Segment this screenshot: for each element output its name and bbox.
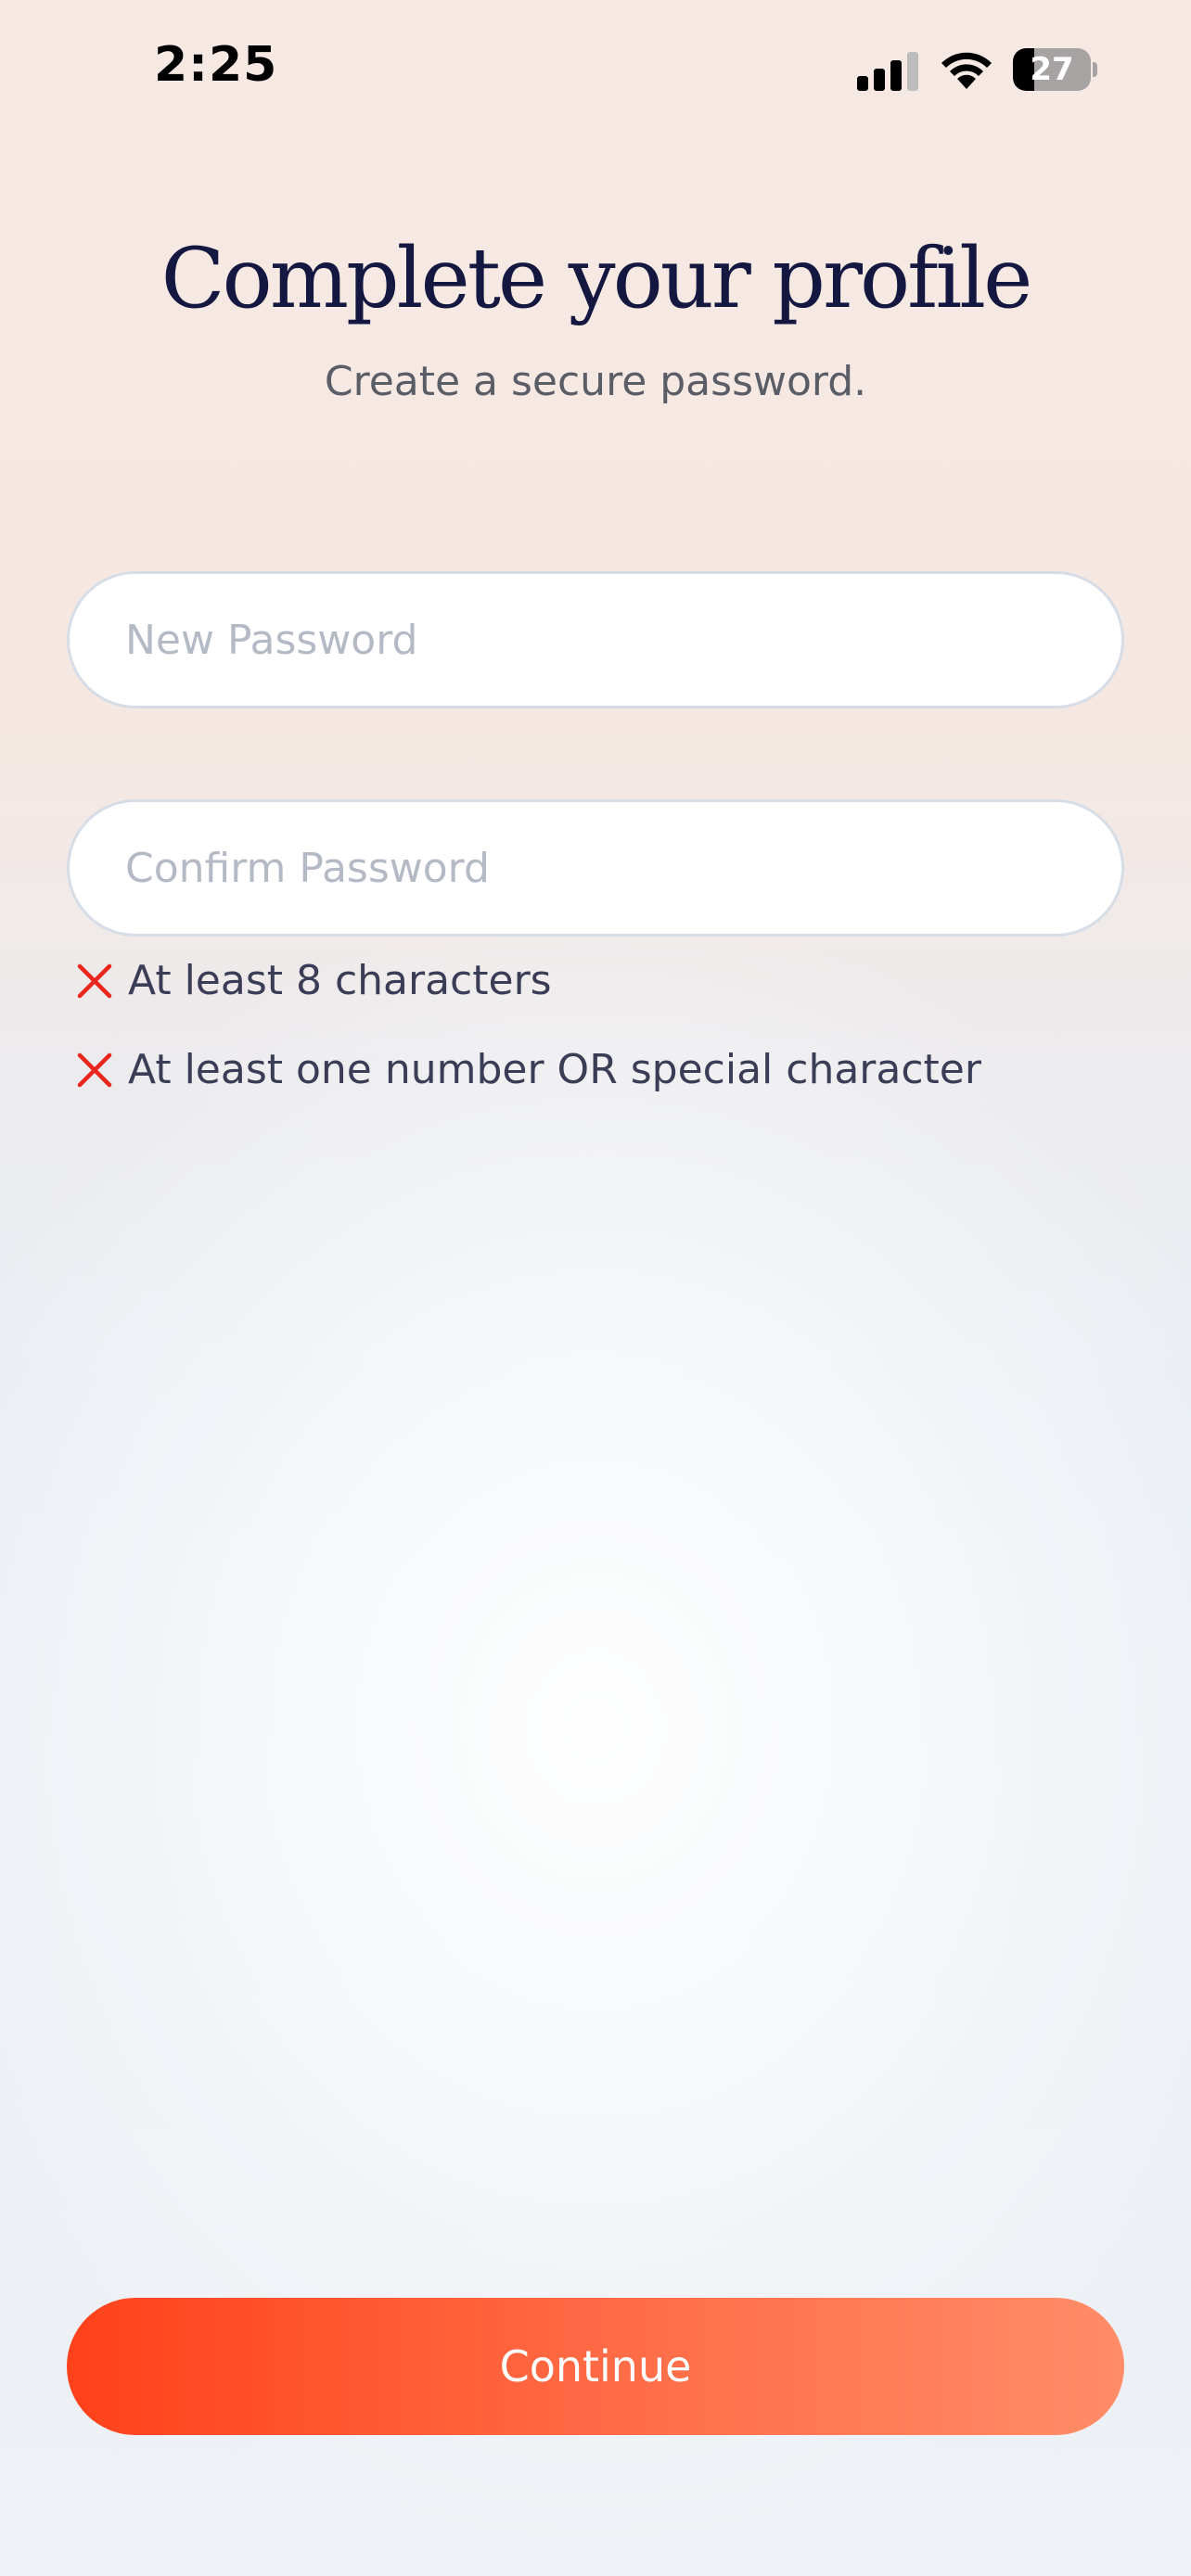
requirement-label: At least one number OR special character <box>128 1046 981 1093</box>
battery-level: 27 <box>1030 51 1074 88</box>
wifi-icon <box>941 52 992 89</box>
new-password-field[interactable] <box>67 571 1124 708</box>
battery-icon: 27 <box>1013 48 1097 91</box>
x-icon <box>77 963 112 999</box>
confirm-password-input[interactable] <box>125 802 1071 934</box>
status-bar: 2:25 27 <box>0 0 1191 139</box>
requirement-label: At least 8 characters <box>128 957 552 1004</box>
page-title: Complete your profile <box>160 230 1033 327</box>
requirement-min-length: At least 8 characters <box>76 951 1171 1011</box>
password-requirements: At least 8 characters At least one numbe… <box>76 951 1171 1129</box>
page-subtitle: Create a secure password. <box>324 358 867 405</box>
continue-button[interactable]: Continue <box>67 2298 1124 2435</box>
battery-body: 27 <box>1013 48 1091 91</box>
status-time: 2:25 <box>154 37 278 93</box>
battery-cap <box>1093 62 1097 77</box>
confirm-password-field[interactable] <box>67 799 1124 937</box>
requirement-number-or-special: At least one number OR special character <box>76 1040 1171 1100</box>
signal-icon <box>857 52 918 91</box>
x-icon <box>77 1052 112 1088</box>
new-password-input[interactable] <box>125 574 1071 706</box>
